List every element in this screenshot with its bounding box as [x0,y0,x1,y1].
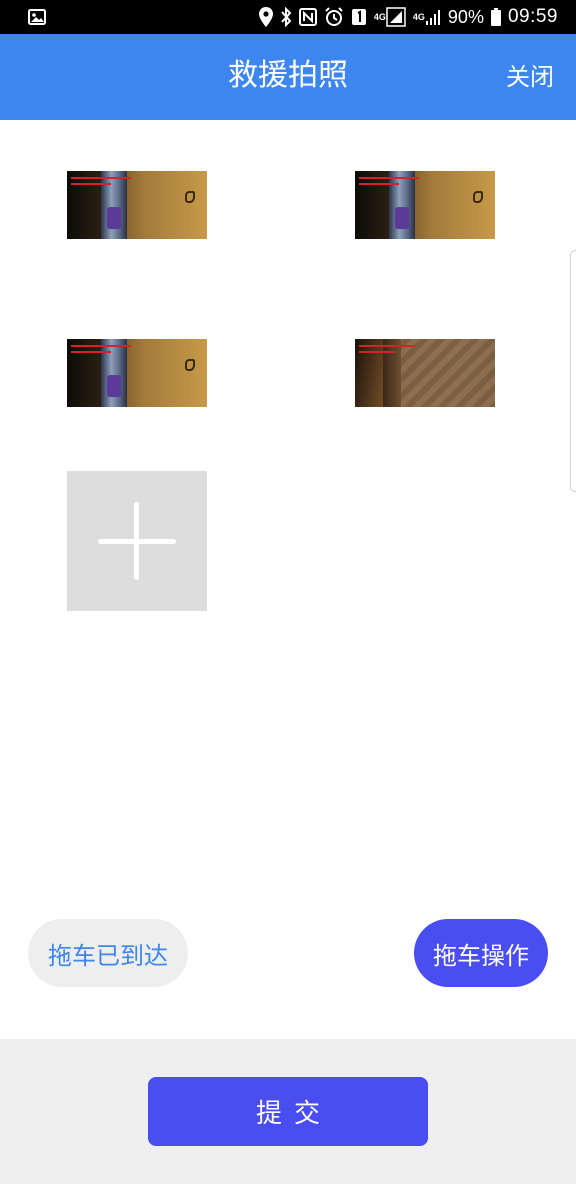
sim-1-icon [351,8,367,26]
network-type-1: 4G [373,11,386,22]
close-button[interactable]: 关闭 [506,61,554,93]
tow-operate-button[interactable]: 拖车操作 [414,919,548,987]
location-pin-icon [258,7,273,27]
title-bar: 救援拍照 关闭 [0,34,576,120]
bluetooth-icon [280,7,292,27]
tow-arrived-button[interactable]: 拖车已到达 [28,919,188,987]
photo-thumbnail-3[interactable] [67,339,207,407]
photo-thumbnail-2[interactable] [355,171,495,239]
submit-button[interactable]: 提交 [148,1077,428,1146]
alarm-icon [324,7,344,27]
clock: 09:59 [507,6,558,27]
page-title: 救援拍照 [228,58,348,93]
edge-panel-handle[interactable] [570,250,576,492]
signal-1-icon: 4G [374,7,406,27]
battery-icon [490,8,501,26]
bottom-bar: 提交 [0,1039,576,1184]
signal-2-icon: 4G [413,8,441,26]
battery-percent: 90% [447,6,484,27]
add-photo-button[interactable] [67,471,207,611]
image-notification-icon [28,9,46,25]
network-type-2: 4G [412,11,425,22]
status-bar: 4G 4G 90% 09:59 [0,0,576,34]
photo-thumbnail-4[interactable] [355,339,495,407]
nfc-icon [298,8,317,26]
photo-thumbnail-1[interactable] [67,171,207,239]
